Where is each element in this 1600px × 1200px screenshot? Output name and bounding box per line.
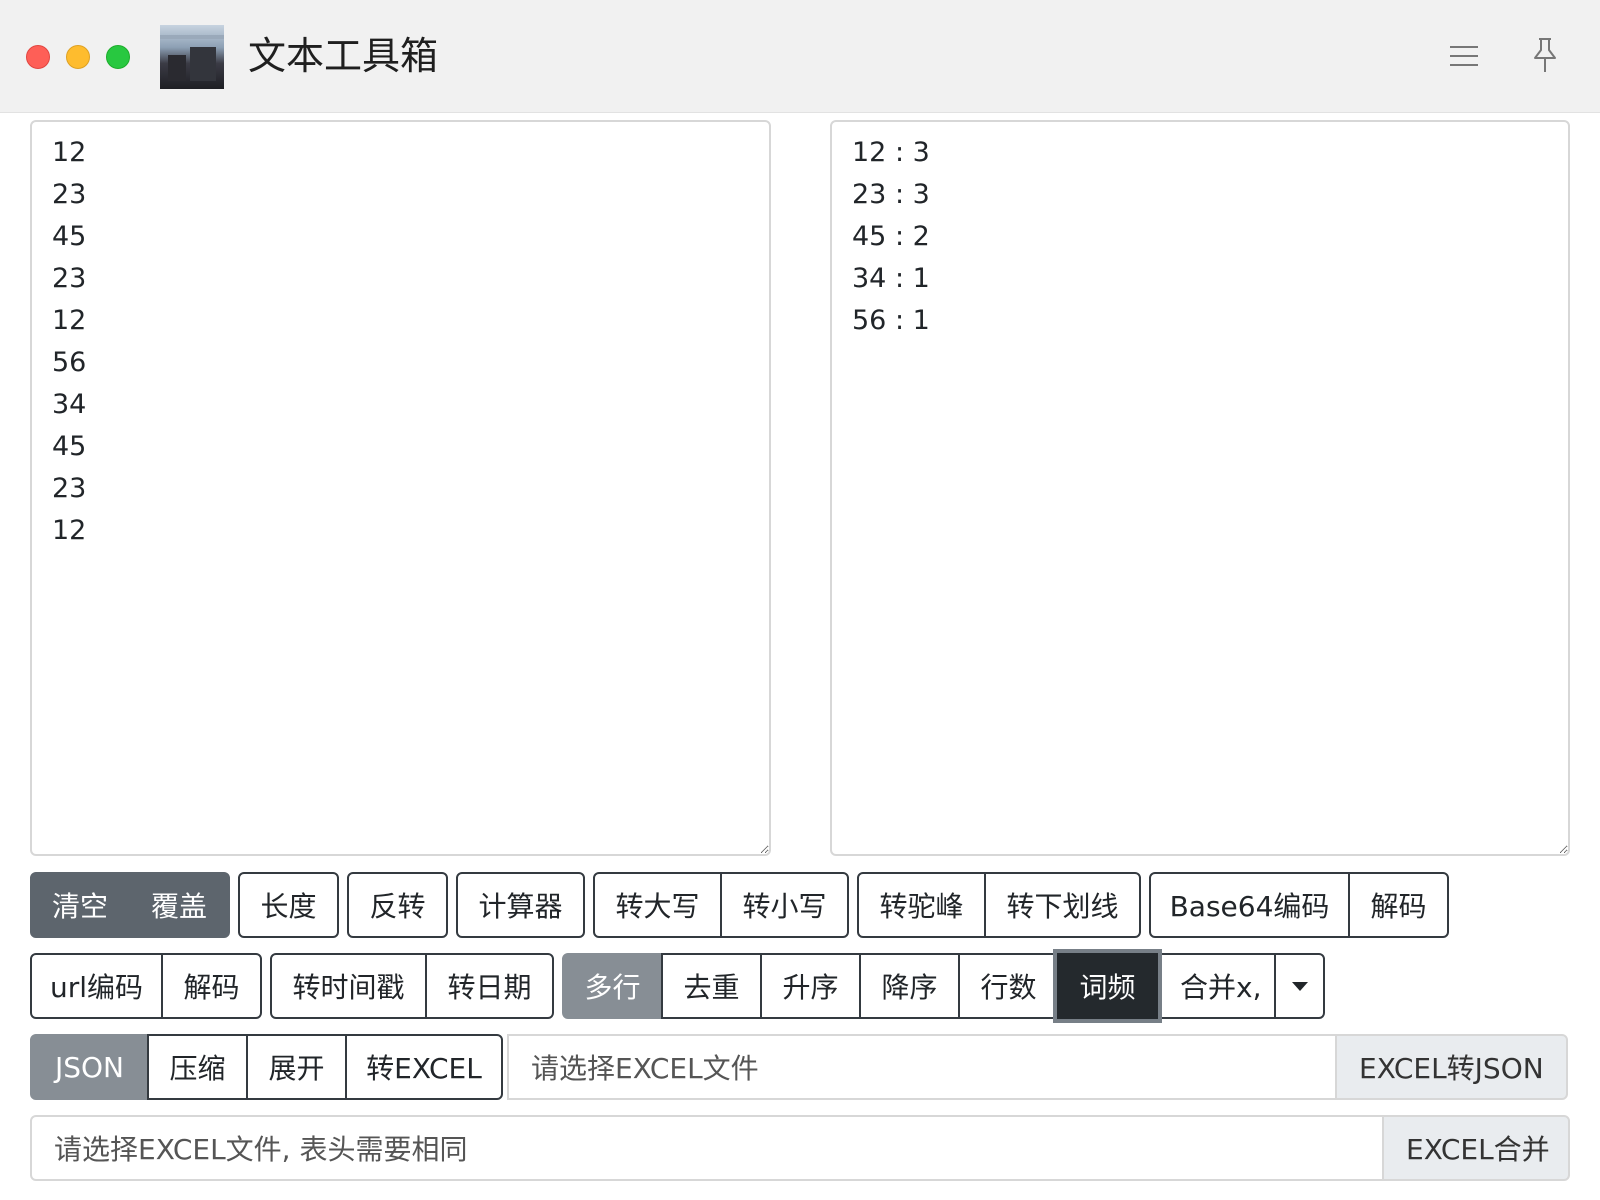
app-logo <box>160 25 224 89</box>
dedupe-button[interactable]: 去重 <box>661 953 762 1019</box>
merge-button[interactable]: 合并x, <box>1156 953 1276 1019</box>
multiline-toggle-button[interactable]: 多行 <box>562 953 663 1019</box>
excel-file-group: 请选择EXCEL文件 EXCEL转JSON <box>507 1034 1568 1100</box>
caret-down-icon <box>1291 981 1308 991</box>
pin-icon[interactable] <box>1530 36 1560 76</box>
minimize-window-button[interactable] <box>66 45 90 69</box>
toolbar-row-2: url编码 解码 转时间戳 转日期 多行 去重 升序 降序 行数 词频 合并x, <box>30 953 1333 1019</box>
underscore-button[interactable]: 转下划线 <box>984 872 1141 938</box>
lowercase-button[interactable]: 转小写 <box>720 872 849 938</box>
json-compress-button[interactable]: 压缩 <box>147 1034 248 1100</box>
zoom-window-button[interactable] <box>106 45 130 69</box>
word-frequency-button[interactable]: 词频 <box>1057 953 1158 1019</box>
input-textarea[interactable]: 12 23 45 23 12 56 34 45 23 12 <box>30 120 771 856</box>
window-title: 文本工具箱 <box>248 34 439 78</box>
json-button[interactable]: JSON <box>30 1034 149 1100</box>
reverse-button[interactable]: 反转 <box>347 872 448 938</box>
sort-asc-button[interactable]: 升序 <box>760 953 861 1019</box>
excel-merge-file-input[interactable]: 请选择EXCEL文件, 表头需要相同 <box>30 1115 1384 1181</box>
camelcase-button[interactable]: 转驼峰 <box>857 872 986 938</box>
base64-encode-button[interactable]: Base64编码 <box>1149 872 1350 938</box>
length-button[interactable]: 长度 <box>238 872 339 938</box>
json-to-excel-button[interactable]: 转EXCEL <box>345 1034 503 1100</box>
to-date-button[interactable]: 转日期 <box>425 953 554 1019</box>
merge-dropdown-toggle[interactable] <box>1274 953 1325 1019</box>
to-timestamp-button[interactable]: 转时间戳 <box>270 953 427 1019</box>
output-textarea[interactable]: 12 : 3 23 : 3 45 : 2 34 : 1 56 : 1 <box>830 120 1570 856</box>
clear-button[interactable]: 清空 <box>30 872 130 938</box>
title-bar: 文本工具箱 <box>0 0 1600 113</box>
excel-merge-group: 请选择EXCEL文件, 表头需要相同 EXCEL合并 <box>30 1115 1570 1181</box>
calculator-button[interactable]: 计算器 <box>456 872 585 938</box>
uppercase-button[interactable]: 转大写 <box>593 872 722 938</box>
line-count-button[interactable]: 行数 <box>958 953 1059 1019</box>
toolbar-row-3: JSON 压缩 展开 转EXCEL <box>30 1034 503 1100</box>
base64-decode-button[interactable]: 解码 <box>1348 872 1449 938</box>
excel-to-json-button[interactable]: EXCEL转JSON <box>1335 1034 1568 1100</box>
sort-desc-button[interactable]: 降序 <box>859 953 960 1019</box>
url-encode-button[interactable]: url编码 <box>30 953 163 1019</box>
hamburger-icon[interactable] <box>1450 42 1480 70</box>
excel-merge-button[interactable]: EXCEL合并 <box>1382 1115 1570 1181</box>
overwrite-button[interactable]: 覆盖 <box>128 872 230 938</box>
excel-file-input[interactable]: 请选择EXCEL文件 <box>507 1034 1337 1100</box>
url-decode-button[interactable]: 解码 <box>161 953 262 1019</box>
close-window-button[interactable] <box>26 45 50 69</box>
json-expand-button[interactable]: 展开 <box>246 1034 347 1100</box>
toolbar-row-1: 清空 覆盖 长度 反转 计算器 转大写 转小写 转驼峰 转下划线 Base64编… <box>30 872 1457 938</box>
